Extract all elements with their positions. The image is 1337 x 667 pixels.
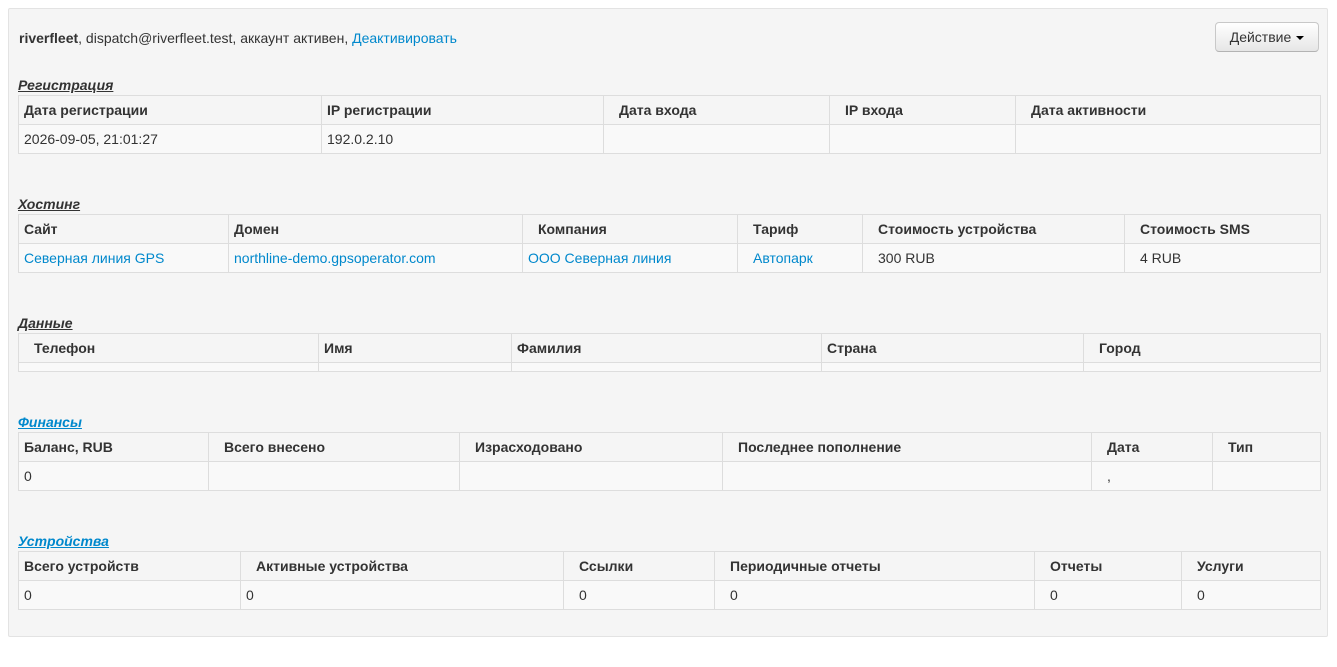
devices-title-link[interactable]: Устройства bbox=[18, 533, 109, 549]
registration-date: 2026-09-05, 21:01:27 bbox=[18, 124, 322, 154]
column-header: Сайт bbox=[18, 214, 229, 244]
column-header: Последнее пополнение bbox=[722, 432, 1092, 462]
table-row: 0 0 0 0 0 0 bbox=[18, 580, 1321, 610]
column-header: Активные устройства bbox=[240, 551, 564, 581]
hosting-table: Сайт Домен Компания Тариф Стоимость устр… bbox=[18, 214, 1321, 273]
account-summary: riverfleet, dispatch@riverfleet.test, ак… bbox=[19, 30, 457, 46]
column-header: Всего устройств bbox=[18, 551, 241, 581]
total-devices: 0 bbox=[18, 580, 241, 610]
account-username: riverfleet bbox=[19, 30, 79, 46]
device-cost: 300 RUB bbox=[862, 243, 1125, 273]
devices-table: Всего устройств Активные устройства Ссыл… bbox=[18, 551, 1321, 610]
column-header: Услуги bbox=[1181, 551, 1321, 581]
column-header: IP регистрации bbox=[321, 95, 604, 125]
periodic-reports-count: 0 bbox=[714, 580, 1035, 610]
column-header: Израсходовано bbox=[459, 432, 723, 462]
topup-date: , bbox=[1091, 461, 1213, 491]
column-header: Отчеты bbox=[1034, 551, 1182, 581]
table-row: Северная линия GPS northline-demo.gpsope… bbox=[18, 243, 1321, 273]
column-header: Ссылки bbox=[563, 551, 715, 581]
registration-title: Регистрация bbox=[18, 77, 114, 93]
domain-cell: northline-demo.gpsoperator.com bbox=[228, 243, 523, 273]
table-header-row: Телефон Имя Фамилия Страна Город bbox=[18, 333, 1321, 363]
column-header: Дата активности bbox=[1015, 95, 1321, 125]
reports-count: 0 bbox=[1034, 580, 1182, 610]
column-header: Стоимость устройства bbox=[862, 214, 1125, 244]
column-header: Периодичные отчеты bbox=[714, 551, 1035, 581]
tariff-cell: Автопарк bbox=[737, 243, 863, 273]
active-devices: 0 bbox=[240, 580, 564, 610]
services-count: 0 bbox=[1181, 580, 1321, 610]
hosting-title: Хостинг bbox=[18, 196, 81, 212]
table-header-row: Сайт Домен Компания Тариф Стоимость устр… bbox=[18, 214, 1321, 244]
topup-type bbox=[1212, 461, 1321, 491]
column-header: Телефон bbox=[18, 333, 319, 363]
table-header-row: Дата регистрации IP регистрации Дата вхо… bbox=[18, 95, 1321, 125]
finance-table: Баланс, RUB Всего внесено Израсходовано … bbox=[18, 432, 1321, 491]
tariff-link[interactable]: Автопарк bbox=[753, 250, 813, 266]
table-row: 0 , bbox=[18, 461, 1321, 491]
table-row bbox=[18, 362, 1321, 372]
sms-cost: 4 RUB bbox=[1124, 243, 1321, 273]
table-row: 2026-09-05, 21:01:27 192.0.2.10 bbox=[18, 124, 1321, 154]
column-header: Дата bbox=[1091, 432, 1213, 462]
caret-down-icon bbox=[1296, 35, 1305, 40]
finance-title-link[interactable]: Финансы bbox=[18, 414, 82, 430]
column-header: IP входа bbox=[829, 95, 1016, 125]
company-link[interactable]: ООО Северная линия bbox=[528, 250, 671, 266]
column-header: Дата входа bbox=[603, 95, 830, 125]
table-header-row: Всего устройств Активные устройства Ссыл… bbox=[18, 551, 1321, 581]
site-link[interactable]: Северная линия GPS bbox=[24, 250, 164, 266]
domain-link[interactable]: northline-demo.gpsoperator.com bbox=[234, 250, 436, 266]
registration-ip: 192.0.2.10 bbox=[321, 124, 604, 154]
login-date bbox=[603, 124, 830, 154]
column-header: Город bbox=[1083, 333, 1321, 363]
links-count: 0 bbox=[563, 580, 715, 610]
company-cell: ООО Северная линия bbox=[522, 243, 738, 273]
column-header: Имя bbox=[318, 333, 512, 363]
last-topup bbox=[722, 461, 1092, 491]
action-button-label: Действие bbox=[1229, 29, 1292, 45]
total-deposited bbox=[208, 461, 460, 491]
total-spent bbox=[459, 461, 723, 491]
column-header: Фамилия bbox=[511, 333, 822, 363]
deactivate-link[interactable]: Деактивировать bbox=[352, 30, 457, 46]
balance-value: 0 bbox=[18, 461, 209, 491]
personal-data-table: Телефон Имя Фамилия Страна Город bbox=[18, 333, 1321, 372]
activity-date bbox=[1015, 124, 1321, 154]
column-header: Домен bbox=[228, 214, 523, 244]
column-header: Компания bbox=[522, 214, 738, 244]
site-cell: Северная линия GPS bbox=[18, 243, 229, 273]
column-header: Страна bbox=[821, 333, 1084, 363]
column-header: Тип bbox=[1212, 432, 1321, 462]
account-panel: riverfleet, dispatch@riverfleet.test, ак… bbox=[8, 8, 1328, 637]
column-header: Стоимость SMS bbox=[1124, 214, 1321, 244]
action-dropdown-button[interactable]: Действие bbox=[1215, 22, 1319, 52]
data-title: Данные bbox=[18, 315, 73, 331]
column-header: Всего внесено bbox=[208, 432, 460, 462]
registration-table: Дата регистрации IP регистрации Дата вхо… bbox=[18, 95, 1321, 154]
account-info: , dispatch@riverfleet.test, аккаунт акти… bbox=[78, 30, 353, 46]
column-header: Тариф bbox=[737, 214, 863, 244]
column-header: Дата регистрации bbox=[18, 95, 322, 125]
table-header-row: Баланс, RUB Всего внесено Израсходовано … bbox=[18, 432, 1321, 462]
column-header: Баланс, RUB bbox=[18, 432, 209, 462]
login-ip bbox=[829, 124, 1016, 154]
